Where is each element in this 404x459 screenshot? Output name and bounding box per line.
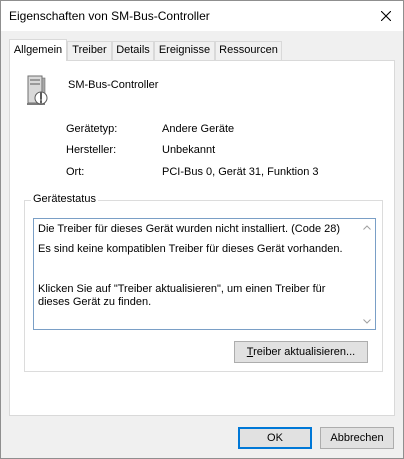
tab-ressourcen[interactable]: Ressourcen <box>215 41 282 60</box>
unknown-device-icon <box>27 75 48 105</box>
location-label: Ort: <box>66 166 85 178</box>
scroll-down-button[interactable] <box>361 316 373 326</box>
device-name: SM-Bus-Controller <box>68 79 159 91</box>
title-bar[interactable]: Eigenschaften von SM-Bus-Controller <box>1 1 403 31</box>
device-type-label: Gerätetyp: <box>66 123 118 135</box>
tab-treiber[interactable]: Treiber <box>67 41 112 60</box>
device-status-title: Gerätestatus <box>31 193 98 205</box>
tab-allgemein[interactable]: Allgemein <box>9 39 67 61</box>
close-button[interactable] <box>369 1 403 31</box>
properties-dialog: Eigenschaften von SM-Bus-Controller Allg… <box>0 0 404 459</box>
cancel-button[interactable]: Abbrechen <box>320 427 394 449</box>
manufacturer-label: Hersteller: <box>66 144 117 156</box>
status-line-3: Klicken Sie auf "Treiber aktualisieren",… <box>38 283 326 308</box>
tab-panel-allgemein: SM-Bus-Controller Gerätetyp: Andere Gerä… <box>9 60 395 416</box>
device-status-textbox[interactable]: Die Treiber für dieses Gerät wurden nich… <box>33 218 376 330</box>
tab-details[interactable]: Details <box>112 41 154 60</box>
tab-ereignisse[interactable]: Ereignisse <box>154 41 215 60</box>
location-value: PCI-Bus 0, Gerät 31, Funktion 3 <box>162 166 319 178</box>
status-line-1: Die Treiber für dieses Gerät wurden nich… <box>38 223 341 235</box>
update-driver-button[interactable]: Treiber aktualisieren... <box>234 341 368 363</box>
tab-strip: Allgemein Treiber Details Ereignisse Res… <box>9 39 397 61</box>
ok-button[interactable]: OK <box>238 427 312 449</box>
scroll-up-button[interactable] <box>361 222 373 232</box>
status-line-2: Es sind keine kompatiblen Treiber für di… <box>38 243 343 255</box>
device-type-value: Andere Geräte <box>162 123 235 135</box>
chevron-up-icon <box>363 224 371 230</box>
window-title: Eigenschaften von SM-Bus-Controller <box>9 9 210 23</box>
chevron-down-icon <box>363 318 371 324</box>
update-driver-label: reiber aktualisieren... <box>253 346 356 358</box>
close-icon <box>381 11 391 21</box>
manufacturer-value: Unbekannt <box>162 144 216 156</box>
